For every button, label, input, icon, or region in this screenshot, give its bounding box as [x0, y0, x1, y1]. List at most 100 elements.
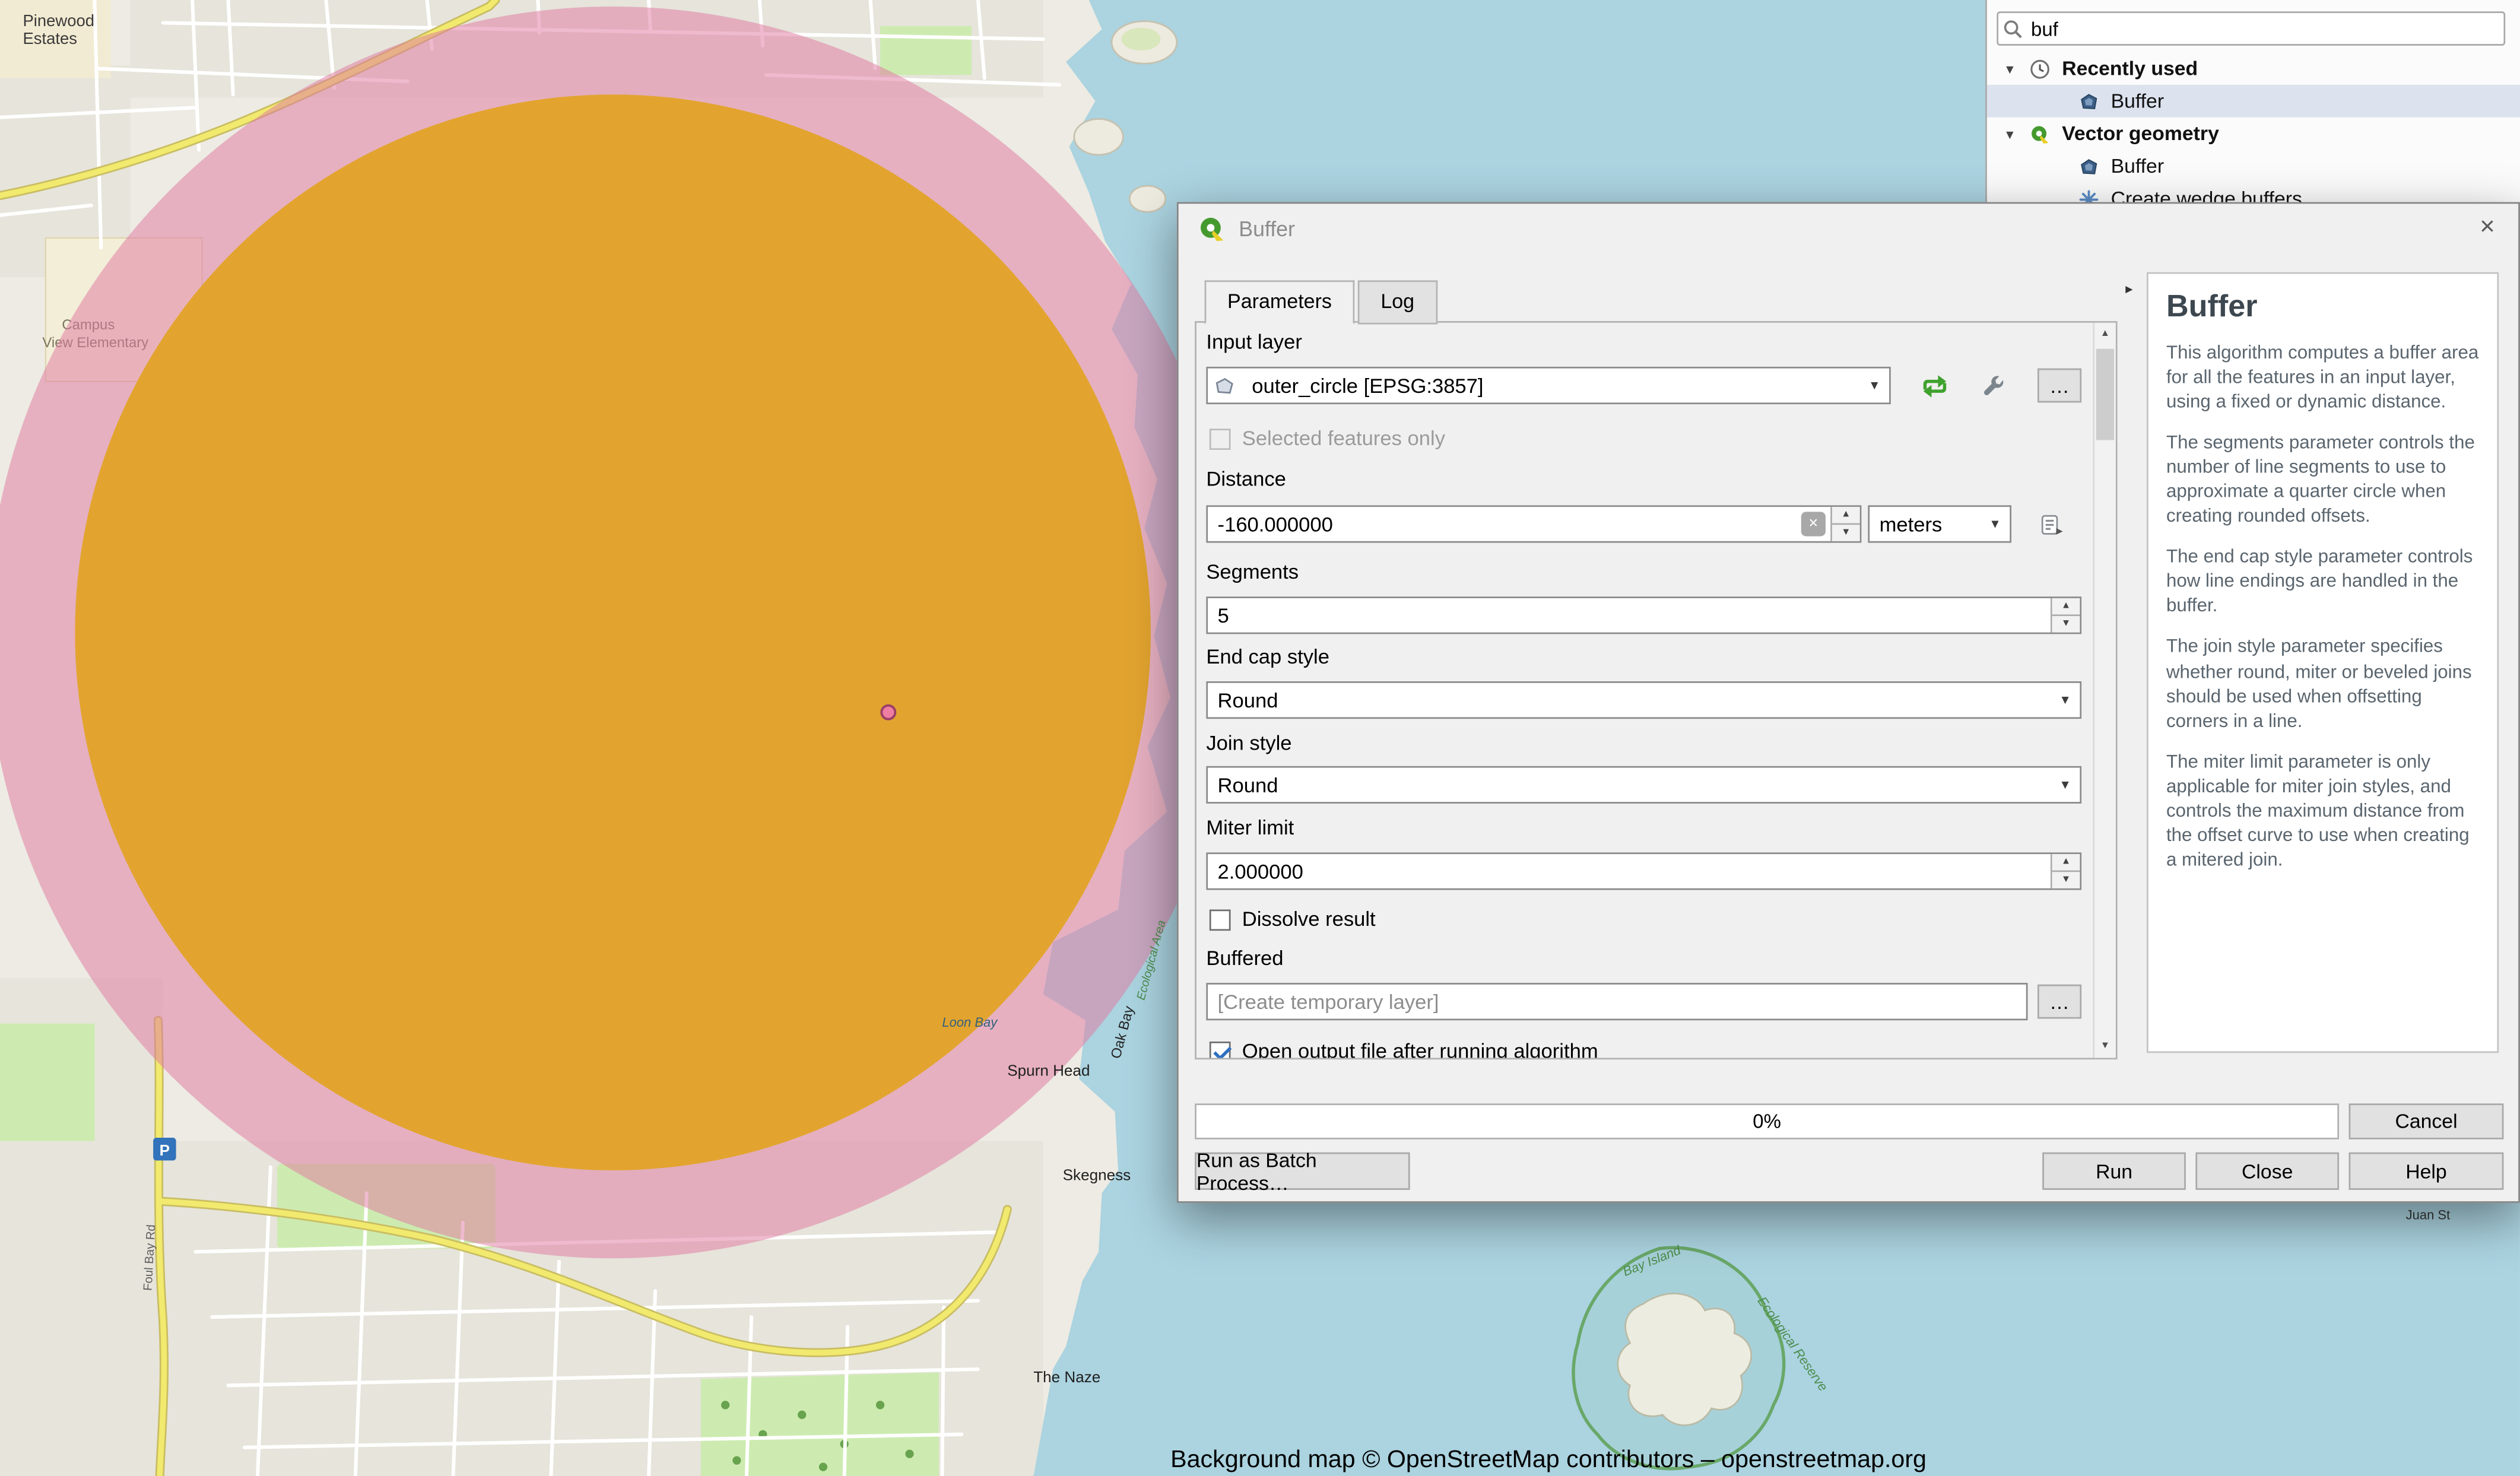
end-cap-style-combobox[interactable]: Round ▾	[1206, 681, 2081, 719]
clock-icon	[2029, 57, 2052, 80]
data-defined-override-icon	[2039, 511, 2065, 537]
chevron-down-icon: ▾	[1860, 376, 1889, 394]
buffered-output-input[interactable]	[1208, 990, 2026, 1012]
cancel-button[interactable]: Cancel	[2349, 1103, 2504, 1139]
map-label-juan: Juan St	[2406, 1207, 2451, 1222]
selected-features-checkbox[interactable]	[1210, 428, 1231, 449]
tree-item-label: Buffer	[2111, 155, 2164, 177]
map-label-spurn-head: Spurn Head	[1007, 1062, 1090, 1080]
chevron-down-icon: ▾	[2051, 776, 2080, 793]
end-cap-style-label: End cap style	[1206, 646, 1329, 668]
parameters-pane: Input layer outer_circle [EPSG:3857] ▾	[1195, 321, 2117, 1059]
end-cap-style-value: Round	[1208, 688, 2051, 711]
clear-value-icon[interactable]: ×	[1801, 512, 1826, 536]
qgis-icon	[2029, 122, 2052, 145]
help-panel: Buffer This algorithm computes a buffer …	[2147, 272, 2499, 1053]
scroll-up-icon[interactable]: ▲	[2094, 323, 2116, 345]
search-input[interactable]	[2028, 17, 2504, 40]
center-point	[881, 706, 895, 719]
spin-up-icon[interactable]: ▲	[2052, 854, 2080, 872]
toolbox-search[interactable]	[1997, 11, 2505, 46]
distance-units-combobox[interactable]: meters ▾	[1868, 505, 2011, 542]
miter-limit-input[interactable]	[1208, 860, 2051, 883]
close-button[interactable]: Close	[2195, 1153, 2339, 1190]
map-label-skegness: Skegness	[1063, 1166, 1131, 1183]
iterate-icon	[1919, 373, 1951, 399]
polygon-layer-icon	[1213, 374, 1242, 396]
processing-toolbox-panel: ▾ Recently used Buffer ▾ Vector geometry	[1985, 0, 2520, 222]
tab-log[interactable]: Log	[1358, 280, 1437, 324]
map-attribution: Background map © OpenStreetMap contribut…	[978, 1446, 2119, 1474]
segments-input[interactable]	[1208, 604, 2051, 627]
wrench-icon	[1981, 373, 2007, 399]
run-as-batch-button[interactable]: Run as Batch Process…	[1195, 1153, 1410, 1190]
spin-down-icon[interactable]: ▼	[1832, 525, 1860, 541]
tree-item-label: Buffer	[2111, 90, 2164, 112]
open-output-checkbox-row[interactable]: Open output file after running algorithm	[1210, 1040, 1598, 1059]
progress-text: 0%	[1753, 1110, 1781, 1132]
input-layer-combobox[interactable]: outer_circle [EPSG:3857] ▾	[1206, 367, 1890, 404]
dialog-tabs: Parameters Log	[1205, 280, 1440, 324]
tree-item-buffer-recent[interactable]: Buffer	[1987, 85, 2520, 118]
dissolve-label: Dissolve result	[1242, 908, 1376, 931]
distance-spinner[interactable]: ▲▼	[1830, 507, 1859, 541]
help-paragraph: The join style parameter specifies wheth…	[2166, 636, 2479, 734]
join-style-value: Round	[1208, 773, 2051, 796]
open-output-checkbox[interactable]	[1210, 1041, 1231, 1060]
buffer-algorithm-icon	[2078, 155, 2101, 177]
buffered-label: Buffered	[1206, 947, 1283, 970]
run-button[interactable]: Run	[2042, 1153, 2186, 1190]
distance-input[interactable]	[1208, 513, 1801, 535]
tree-group-vector-geometry[interactable]: ▾ Vector geometry	[1987, 118, 2520, 150]
progress-bar: 0%	[1195, 1103, 2339, 1139]
help-title: Buffer	[2166, 290, 2479, 326]
spin-up-icon[interactable]: ▲	[2052, 598, 2080, 616]
search-icon	[1998, 17, 2027, 40]
selected-features-checkbox-row[interactable]: Selected features only	[1210, 427, 1445, 450]
tree-group-recently-used[interactable]: ▾ Recently used	[1987, 52, 2520, 85]
miter-limit-spinner[interactable]: ▲▼	[2051, 854, 2080, 888]
distance-field[interactable]: × ▲▼	[1206, 505, 1861, 542]
dialog-titlebar[interactable]: Buffer	[1179, 204, 2519, 252]
buffer-algorithm-icon	[2078, 90, 2101, 112]
help-button[interactable]: Help	[2349, 1153, 2504, 1190]
join-style-label: Join style	[1206, 732, 1291, 754]
buffered-browse-button[interactable]: …	[2037, 985, 2081, 1019]
dialog-title: Buffer	[1239, 216, 1295, 240]
parking-letter: P	[160, 1141, 170, 1159]
spin-down-icon[interactable]: ▼	[2052, 616, 2080, 632]
qgis-logo-icon	[1198, 214, 1226, 242]
map-label-pinewood-1: Pinewood	[23, 11, 94, 30]
chevron-expanded-icon[interactable]: ▾	[2007, 126, 2023, 141]
segments-field[interactable]: ▲▼	[1206, 596, 2081, 634]
help-paragraph: The miter limit parameter is only applic…	[2166, 751, 2479, 874]
close-icon[interactable]: ×	[2473, 214, 2502, 243]
advanced-options-button[interactable]	[1969, 367, 2018, 404]
scroll-down-icon[interactable]: ▼	[2094, 1035, 2116, 1058]
segments-spinner[interactable]: ▲▼	[2051, 598, 2080, 633]
join-style-combobox[interactable]: Round ▾	[1206, 766, 2081, 804]
map-label-pinewood-2: Estates	[23, 29, 77, 47]
miter-limit-field[interactable]: ▲▼	[1206, 852, 2081, 890]
dissolve-checkbox-row[interactable]: Dissolve result	[1210, 908, 1376, 931]
segments-label: Segments	[1206, 561, 1299, 583]
buffered-circle-layer	[75, 94, 1151, 1170]
data-defined-override-button[interactable]	[2028, 505, 2077, 542]
input-layer-browse-button[interactable]: …	[2037, 369, 2081, 403]
parameters-scrollbar[interactable]: ▲ ▼	[2093, 323, 2115, 1058]
input-layer-label: Input layer	[1206, 331, 1302, 354]
tree-group-label: Vector geometry	[2062, 122, 2219, 145]
map-label-the-naze: The Naze	[1033, 1368, 1100, 1386]
help-collapse-icon[interactable]: ▸	[2125, 280, 2132, 298]
spin-down-icon[interactable]: ▼	[2052, 872, 2080, 888]
iterate-over-layer-button[interactable]	[1910, 367, 1959, 404]
scrollbar-thumb[interactable]	[2096, 349, 2114, 440]
help-paragraph: This algorithm computes a buffer area fo…	[2166, 342, 2479, 416]
tab-parameters[interactable]: Parameters	[1205, 280, 1355, 324]
spin-up-icon[interactable]: ▲	[1832, 507, 1860, 525]
chevron-down-icon: ▾	[2051, 691, 2080, 709]
dissolve-checkbox[interactable]	[1210, 909, 1231, 930]
tree-item-buffer[interactable]: Buffer	[1987, 150, 2520, 183]
buffered-output-field[interactable]	[1206, 983, 2027, 1020]
chevron-expanded-icon[interactable]: ▾	[2007, 61, 2023, 76]
